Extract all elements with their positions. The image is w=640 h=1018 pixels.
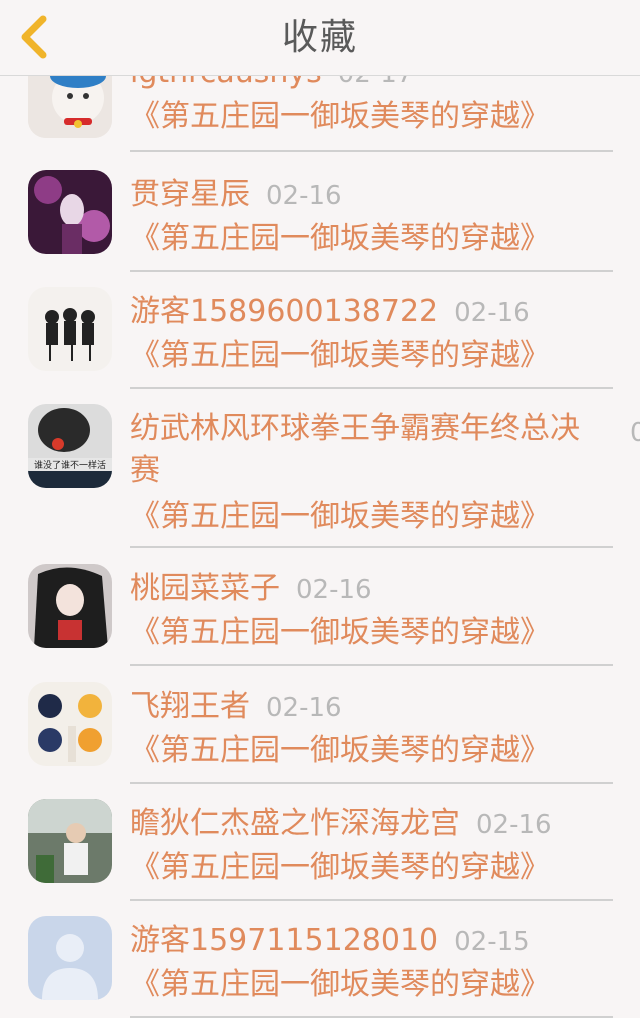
naruto-avatar [28, 682, 112, 766]
anime-purple-avatar [28, 170, 112, 254]
book-title: 《第五庄园一御坂美琴的穿越》 [130, 99, 550, 134]
user-name: 瞻狄仁杰盛之怍深海龙宫 [130, 806, 460, 841]
book-title: 《第五庄园一御坂美琴的穿越》 [130, 615, 550, 650]
book-title: 《第五庄园一御坂美琴的穿越》 [130, 850, 550, 885]
sketch-girls-avatar [28, 287, 112, 371]
book-title: 《第五庄园一御坂美琴的穿越》 [130, 733, 550, 768]
top-bar: 收藏 [0, 0, 640, 76]
default-person-avatar [28, 916, 112, 1000]
user-name: 贯穿星辰 [130, 177, 250, 212]
favorites-list: lgthrcausnys 02-17 《第五庄园一御坂美琴的穿越》 贯穿星辰 02-… [0, 76, 640, 1018]
divider [130, 664, 613, 666]
item-date: 0 [630, 418, 640, 448]
item-date: 02-15 [454, 927, 530, 957]
user-name: 游客1589600138722 [130, 294, 439, 329]
item-date: 02-16 [296, 575, 372, 605]
anime-dark-hair-avatar [28, 564, 112, 648]
divider [130, 546, 613, 548]
user-name: 飞翔王者 [130, 689, 250, 724]
item-date: 02-16 [266, 693, 342, 723]
user-name: 游客1597115128010 [130, 923, 439, 958]
page-title: 收藏 [281, 17, 358, 58]
user-name: 纺武林风环球拳王争霸赛年终总决赛 [130, 411, 580, 488]
item-date: 02-16 [266, 181, 342, 211]
divider [130, 782, 613, 784]
item-date: 02-16 [454, 298, 530, 328]
user-name: 桃园菜菜子 [130, 571, 280, 606]
cat-avatar [28, 76, 112, 138]
book-title: 《第五庄园一御坂美琴的穿越》 [130, 499, 550, 534]
item-date: 02-17 [338, 76, 414, 89]
avatar-caption: 谁没了谁不一样活 [28, 458, 112, 471]
user-name: lgthrcausnys [130, 76, 322, 90]
book-title: 《第五庄园一御坂美琴的穿越》 [130, 338, 550, 373]
book-title: 《第五庄园一御坂美琴的穿越》 [130, 967, 550, 1002]
divider [130, 387, 613, 389]
divider [130, 150, 613, 152]
item-date: 02-16 [476, 810, 552, 840]
photo-girl-avatar: 谁没了谁不一样活 [28, 404, 112, 488]
divider [130, 270, 613, 272]
list-item[interactable]: lgthrcausnys 02-17 《第五庄园一御坂美琴的穿越》 [0, 76, 640, 154]
photo-man-avatar [28, 799, 112, 883]
divider [130, 899, 613, 901]
book-title: 《第五庄园一御坂美琴的穿越》 [130, 221, 550, 256]
